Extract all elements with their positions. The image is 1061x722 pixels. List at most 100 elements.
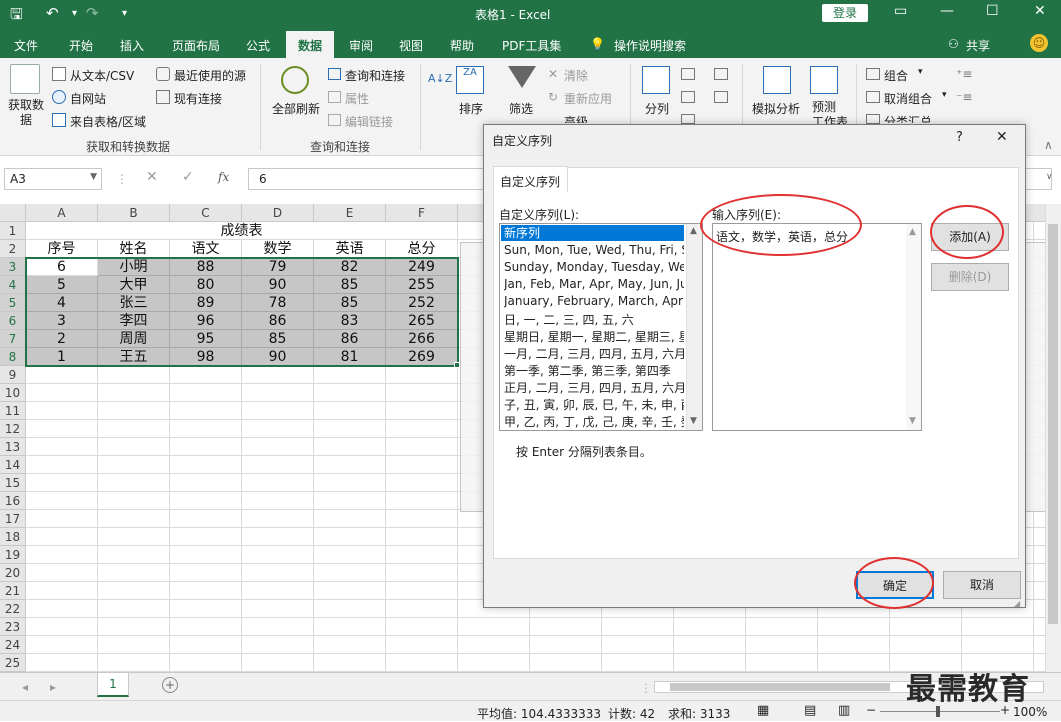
list-item[interactable]: 一月, 二月, 三月, 四月, 五月, 六月 [504, 345, 684, 362]
list-item[interactable]: 第一季, 第二季, 第三季, 第四季 [504, 362, 684, 379]
page-layout-view-icon[interactable]: ▤ [804, 703, 816, 718]
row-header[interactable]: 3 [0, 258, 26, 276]
tab-data[interactable]: 数据 [286, 31, 335, 58]
list-item[interactable]: Sunday, Monday, Tuesday, Wednesday [504, 260, 684, 274]
custom-lists-listbox[interactable]: 新序列 Sun, Mon, Tue, Wed, Thu, Fri, Sat Su… [499, 223, 703, 431]
zoom-out-icon[interactable]: − [866, 703, 876, 717]
row-header[interactable]: 1 [0, 222, 26, 240]
save-icon[interactable]: 🖫 [10, 4, 23, 29]
remove-duplicates-icon[interactable] [681, 91, 695, 103]
column-header[interactable]: B [98, 204, 170, 222]
normal-view-icon[interactable]: ▦ [757, 703, 769, 718]
dialog-close-icon[interactable]: ✕ [996, 129, 1008, 145]
group-button[interactable]: 组合 [884, 67, 908, 84]
column-header[interactable]: A [26, 204, 98, 222]
list-item[interactable]: Jan, Feb, Mar, Apr, May, Jun, Jul [504, 277, 684, 291]
insert-function-icon[interactable]: fx [218, 170, 229, 184]
row-header[interactable]: 11 [0, 402, 26, 420]
existing-connections-button[interactable]: 现有连接 [174, 90, 222, 107]
select-all-corner[interactable] [0, 204, 26, 222]
row-header[interactable]: 24 [0, 636, 26, 654]
data-validation-icon[interactable] [681, 114, 695, 124]
show-detail-icon[interactable]: ⁺≡ [956, 67, 972, 81]
ribbon-display-icon[interactable]: ▭ [894, 3, 907, 19]
clear-button[interactable]: 清除 [564, 67, 588, 84]
list-item[interactable]: 子, 丑, 寅, 卯, 辰, 巳, 午, 未, 申, 酉 [504, 396, 684, 413]
relationships-icon[interactable] [714, 91, 728, 103]
row-header[interactable]: 14 [0, 456, 26, 474]
filter-button[interactable]: 筛选 [509, 100, 533, 117]
from-text-csv-button[interactable]: 从文本/CSV [70, 67, 134, 84]
maximize-icon[interactable]: ☐ [986, 3, 999, 19]
sort-az-icon[interactable]: A↓Z [428, 72, 452, 85]
hide-detail-icon[interactable]: ⁻≡ [956, 90, 972, 104]
forecast-sheet-button[interactable]: 预测 工作表 [812, 100, 848, 124]
delete-button[interactable]: 删除(D) [931, 263, 1009, 291]
row-header[interactable]: 25 [0, 654, 26, 672]
header-cell[interactable]: 姓名 [98, 240, 170, 258]
ungroup-dropdown-icon[interactable]: ▾ [942, 90, 947, 100]
tab-pdf-tools[interactable]: PDF工具集 [502, 37, 561, 54]
scroll-sheets-right-icon[interactable]: ▸ [50, 680, 56, 694]
refresh-all-button[interactable]: 全部刷新 [272, 100, 320, 117]
tab-custom-lists[interactable]: 自定义序列 [493, 166, 568, 192]
expand-formula-bar-icon[interactable]: ∨ [1046, 172, 1053, 182]
recent-sources-button[interactable]: 最近使用的源 [174, 67, 246, 84]
scroll-sheets-left-icon[interactable]: ◂ [22, 680, 28, 694]
from-web-button[interactable]: 自网站 [70, 90, 106, 107]
row-header[interactable]: 12 [0, 420, 26, 438]
tab-page-layout[interactable]: 页面布局 [172, 37, 220, 54]
what-if-button[interactable]: 模拟分析 [752, 100, 800, 117]
zoom-slider[interactable] [880, 711, 1000, 712]
from-table-button[interactable]: 来自表格/区域 [70, 113, 146, 130]
confirm-entry-icon[interactable]: ✓ [182, 169, 194, 185]
header-cell[interactable]: 英语 [314, 240, 386, 258]
tell-me-search[interactable]: 操作说明搜索 [614, 37, 686, 54]
row-header[interactable]: 5 [0, 294, 26, 312]
row-header[interactable]: 21 [0, 582, 26, 600]
row-header[interactable]: 4 [0, 276, 26, 294]
tab-file[interactable]: 文件 [14, 37, 38, 54]
name-box-dropdown-icon[interactable]: ▼ [90, 172, 97, 182]
tab-home[interactable]: 开始 [69, 37, 93, 54]
row-header[interactable]: 10 [0, 384, 26, 402]
page-break-view-icon[interactable]: ▥ [838, 703, 850, 718]
list-item[interactable]: 甲, 乙, 丙, 丁, 戊, 己, 庚, 辛, 壬, 癸 [504, 413, 684, 430]
row-header[interactable]: 23 [0, 618, 26, 636]
sort-button[interactable]: 排序 [459, 100, 483, 117]
list-entries-input[interactable]: 语文，数学，英语，总分 ▲ ▼ [712, 223, 922, 431]
header-cell[interactable]: 数学 [242, 240, 314, 258]
reapply-button[interactable]: 重新应用 [564, 90, 612, 107]
list-item-selected[interactable]: 新序列 [501, 225, 684, 241]
add-sheet-icon[interactable]: + [162, 677, 178, 693]
get-data-button[interactable]: 获取数 据 [8, 98, 44, 128]
text-to-columns-button[interactable]: 分列 [645, 100, 669, 117]
consolidate-icon[interactable] [714, 68, 728, 80]
row-header[interactable]: 7 [0, 330, 26, 348]
sheet-tab[interactable]: 1 [97, 673, 129, 697]
cancel-button[interactable]: 取消 [943, 571, 1021, 599]
header-cell[interactable]: 总分 [386, 240, 458, 258]
queries-connections-button[interactable]: 查询和连接 [345, 67, 405, 84]
list-item[interactable]: 日, 一, 二, 三, 四, 五, 六 [504, 311, 684, 328]
sheet-title-cell[interactable]: 成绩表 [26, 222, 458, 240]
list-scrollbar[interactable] [686, 224, 702, 430]
row-header[interactable]: 16 [0, 492, 26, 510]
tab-split-icon[interactable]: ⋮ [640, 681, 652, 695]
column-header[interactable]: F [386, 204, 458, 222]
vertical-scroll-thumb[interactable] [1048, 224, 1058, 624]
close-icon[interactable]: ✕ [1034, 3, 1046, 19]
tab-view[interactable]: 视图 [399, 37, 423, 54]
row-header[interactable]: 9 [0, 366, 26, 384]
group-dropdown-icon[interactable]: ▾ [918, 67, 923, 77]
ungroup-button[interactable]: 取消组合 [884, 90, 932, 107]
list-item[interactable]: January, February, March, April [504, 294, 684, 308]
row-header[interactable]: 2 [0, 240, 26, 258]
row-header[interactable]: 13 [0, 438, 26, 456]
column-header[interactable]: D [242, 204, 314, 222]
share-button[interactable]: 共享 [966, 37, 990, 54]
row-header[interactable]: 22 [0, 600, 26, 618]
resize-grip-icon[interactable]: ◢ [1014, 599, 1020, 608]
row-header[interactable]: 19 [0, 546, 26, 564]
advanced-button[interactable]: 高级 [564, 113, 588, 123]
